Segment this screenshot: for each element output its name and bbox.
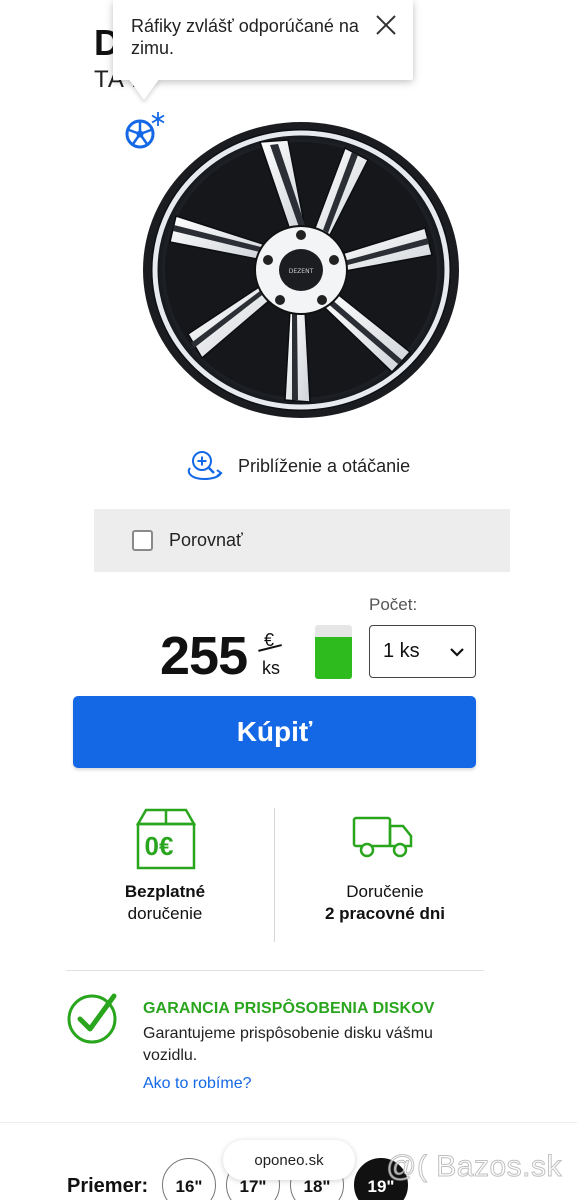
delivery-time-subtitle: 2 pracovné dni [325, 904, 445, 923]
browser-url-pill[interactable]: oponeo.sk [223, 1140, 355, 1180]
guarantee-title: GARANCIA PRISPÔSOBENIA DISKOV [143, 1000, 435, 1017]
chevron-down-icon [450, 648, 464, 657]
compare-checkbox[interactable] [132, 530, 153, 551]
zoom-rotate-icon [187, 451, 223, 481]
price-unit: ks [262, 658, 280, 678]
free-delivery-icon-text: 0€ [145, 831, 174, 861]
diameter-option-16[interactable]: 16" [162, 1158, 216, 1200]
tooltip-arrow [128, 78, 160, 100]
truck-icon [352, 816, 413, 858]
compare-row[interactable]: Porovnať [94, 509, 510, 572]
compare-label: Porovnať [169, 530, 243, 550]
quantity-label: Počet: [369, 595, 418, 614]
tooltip-text: Ráfiky zvlášť odporúčané na zimu. [131, 16, 359, 58]
zoom-rotate-button[interactable]: Priblíženie a otáčanie [184, 448, 410, 484]
checkmark-icon [67, 993, 117, 1044]
buy-button[interactable]: Kúpiť [73, 696, 476, 768]
guarantee-link[interactable]: Ako to robíme? [143, 1075, 252, 1093]
watermark: @( Bazos.sk [386, 1150, 563, 1184]
wheel-image[interactable]: DEZENT [140, 120, 462, 420]
close-icon[interactable] [373, 12, 399, 38]
info-divider [274, 808, 275, 942]
diameter-label: Priemer: [67, 1175, 149, 1197]
guarantee-text: Garantujeme prispôsobenie disku vášmu vo… [143, 1025, 433, 1064]
svg-text:DEZENT: DEZENT [289, 268, 314, 275]
price-amount: 255 [160, 626, 248, 686]
free-delivery-title: Bezplatné [124, 882, 206, 901]
zoom-rotate-label: Priblíženie a otáčanie [238, 455, 411, 476]
free-delivery-box-icon: 0€ [135, 808, 197, 870]
quantity-value: 1 ks [383, 640, 420, 662]
delivery-time-title: Doručenie [346, 882, 424, 901]
section-divider [66, 970, 484, 971]
quantity-select[interactable]: 1 ks [369, 625, 476, 678]
stock-level-fill [315, 636, 352, 679]
free-delivery-subtitle: doručenie [127, 904, 203, 923]
bottom-separator [0, 1122, 577, 1123]
winter-tooltip: Ráfiky zvlášť odporúčané na zimu. [113, 0, 413, 80]
stock-indicator [315, 625, 352, 679]
